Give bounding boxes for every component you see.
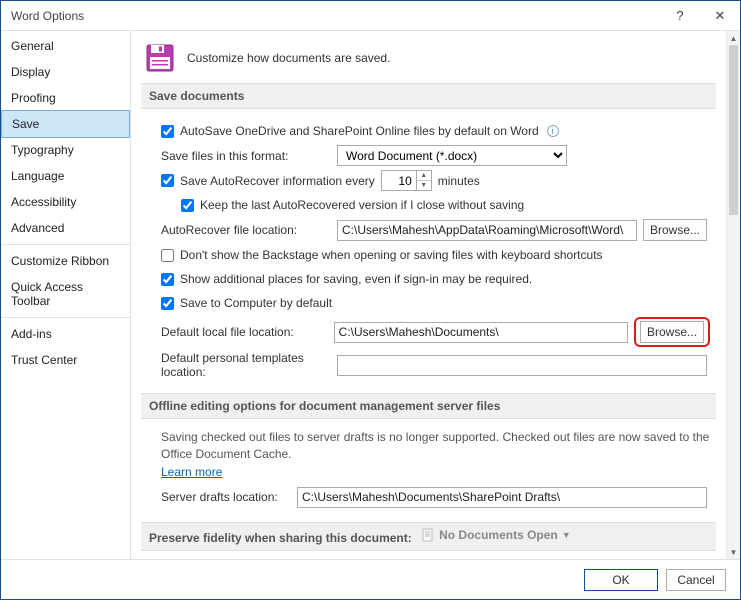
checkbox-save-to-computer[interactable]: Save to Computer by default (161, 296, 332, 310)
input-default-templates-location[interactable] (337, 355, 707, 376)
title-bar: Word Options ? ✕ (1, 1, 740, 31)
sidebar-item-quick-access-toolbar[interactable]: Quick Access Toolbar (1, 274, 130, 314)
checkbox-show-additional-places[interactable]: Show additional places for saving, even … (161, 272, 532, 286)
spinner-autorecover-minutes[interactable]: ▲ ▼ (381, 170, 432, 191)
window-title: Word Options (1, 9, 84, 23)
info-icon[interactable]: i (547, 125, 559, 137)
text-offline-desc: Saving checked out files to server draft… (161, 427, 710, 465)
label-minutes: minutes (438, 174, 480, 188)
help-button[interactable]: ? (660, 1, 700, 31)
sidebar-item-general[interactable]: General (1, 33, 130, 59)
chevron-down-icon: ▼ (562, 530, 571, 540)
cancel-button[interactable]: Cancel (666, 569, 726, 591)
sidebar-item-proofing[interactable]: Proofing (1, 85, 130, 111)
sidebar-item-trust-center[interactable]: Trust Center (1, 347, 130, 373)
browse-default-local-button[interactable]: Browse... (640, 321, 704, 343)
checkbox-autosave-onedrive[interactable]: AutoSave OneDrive and SharePoint Online … (161, 124, 539, 138)
sidebar-item-save[interactable]: Save (1, 110, 130, 138)
spinner-up-icon[interactable]: ▲ (417, 171, 431, 181)
close-button[interactable]: ✕ (700, 1, 740, 31)
sidebar-item-add-ins[interactable]: Add-ins (1, 321, 130, 347)
input-autorecover-location[interactable] (337, 220, 637, 241)
section-preserve-fidelity: Preserve fidelity when sharing this docu… (141, 522, 716, 551)
section-save-documents: Save documents (141, 83, 716, 109)
label-autorecover-location: AutoRecover file location: (161, 223, 331, 237)
spinner-down-icon[interactable]: ▼ (417, 181, 431, 190)
category-sidebar: General Display Proofing Save Typography… (1, 31, 131, 559)
browse-autorecover-button[interactable]: Browse... (643, 219, 707, 241)
checkbox-autorecover[interactable]: Save AutoRecover information every (161, 174, 375, 188)
input-server-drafts-location[interactable] (297, 487, 707, 508)
save-icon (145, 43, 175, 73)
scrollbar-thumb[interactable] (729, 45, 738, 215)
label-server-drafts-location: Server drafts location: (161, 490, 291, 504)
highlight-annotation: Browse... (634, 317, 710, 347)
sidebar-item-display[interactable]: Display (1, 59, 130, 85)
scroll-up-icon[interactable]: ▲ (727, 31, 740, 45)
checkbox-dont-show-backstage[interactable]: Don't show the Backstage when opening or… (161, 248, 603, 262)
sidebar-item-customize-ribbon[interactable]: Customize Ribbon (1, 248, 130, 274)
link-learn-more[interactable]: Learn more (161, 465, 222, 479)
checkbox-keep-last-autorecovered[interactable]: Keep the last AutoRecovered version if I… (181, 198, 524, 212)
label-save-format: Save files in this format: (161, 149, 331, 163)
intro-text: Customize how documents are saved. (187, 51, 390, 65)
section-offline-editing: Offline editing options for document man… (141, 393, 716, 419)
combo-preserve-document[interactable]: No Documents Open ▼ (421, 528, 571, 542)
input-default-local-location[interactable] (334, 322, 628, 343)
sidebar-item-typography[interactable]: Typography (1, 137, 130, 163)
scroll-down-icon[interactable]: ▼ (727, 545, 740, 559)
sidebar-item-language[interactable]: Language (1, 163, 130, 189)
sidebar-item-advanced[interactable]: Advanced (1, 215, 130, 241)
scrollbar-vertical[interactable]: ▲ ▼ (726, 31, 740, 559)
combo-save-format[interactable]: Word Document (*.docx) (337, 145, 567, 166)
label-default-templates-location: Default personal templates location: (161, 351, 331, 379)
dialog-footer: OK Cancel (1, 559, 740, 599)
label-default-local-location: Default local file location: (161, 325, 328, 339)
document-icon (421, 528, 435, 542)
sidebar-item-accessibility[interactable]: Accessibility (1, 189, 130, 215)
ok-button[interactable]: OK (584, 569, 658, 591)
